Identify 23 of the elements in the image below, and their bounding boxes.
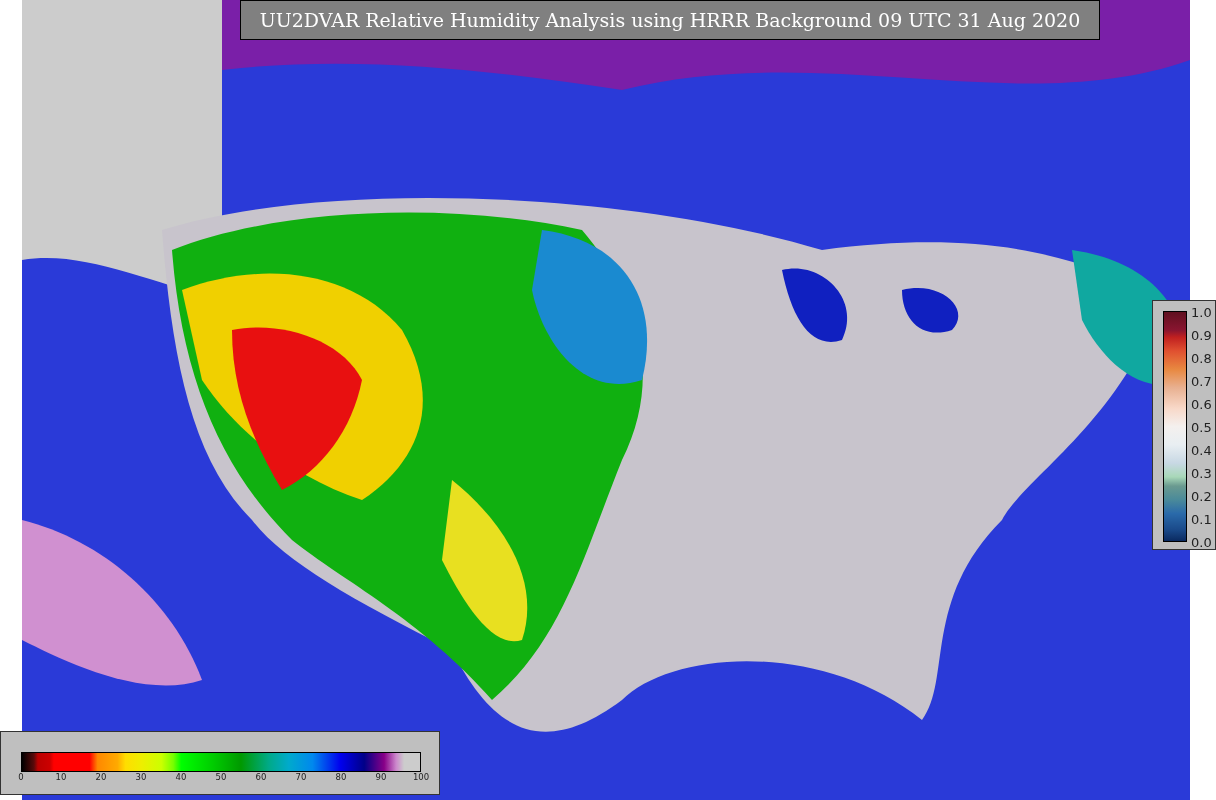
tick-label: 10	[55, 773, 67, 782]
tick-label: 80	[335, 773, 347, 782]
tick-label: 100	[412, 773, 430, 782]
tick-label: 0.9	[1191, 328, 1212, 342]
tick-label: 20	[95, 773, 107, 782]
tick-label: 90	[375, 773, 387, 782]
tick-label: 0.7	[1191, 374, 1212, 388]
tick-label: 0.8	[1191, 351, 1212, 365]
tick-label: 0.2	[1191, 489, 1212, 503]
tick-label: 70	[295, 773, 307, 782]
tick-label: 60	[255, 773, 267, 782]
tick-label: 0.3	[1191, 466, 1212, 480]
tick-label: 0.0	[1191, 535, 1212, 549]
tick-label: 0.4	[1191, 443, 1212, 457]
tick-label: 0.1	[1191, 512, 1212, 526]
tick-label: 0	[18, 773, 24, 782]
tick-label: 0.5	[1191, 420, 1212, 434]
tick-label: 0.6	[1191, 397, 1212, 411]
tick-label: 30	[135, 773, 147, 782]
tick-label: 40	[175, 773, 187, 782]
tick-label: 1.0	[1191, 305, 1212, 319]
map-title: UU2DVAR Relative Humidity Analysis using HRRR Background 09 UTC 31 Aug 2020	[240, 0, 1100, 40]
tick-label: 50	[215, 773, 227, 782]
